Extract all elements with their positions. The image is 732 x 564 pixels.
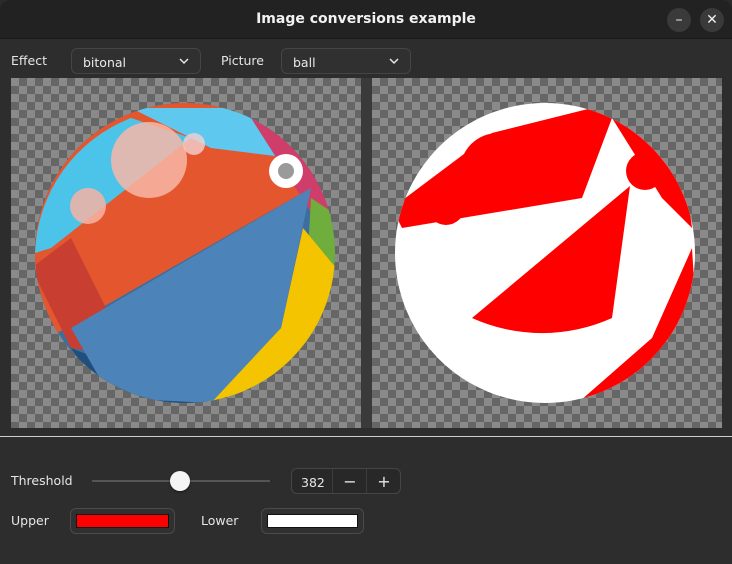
pane-separator — [361, 78, 372, 428]
picture-value: ball — [293, 55, 316, 70]
lower-color-swatch — [267, 514, 358, 528]
threshold-spinbox[interactable]: 382 − + — [291, 468, 401, 494]
close-button[interactable]: ✕ — [700, 8, 724, 32]
plus-icon: + — [377, 471, 391, 491]
minimize-icon: – — [675, 12, 683, 28]
lower-label: Lower — [201, 513, 239, 528]
title-bar[interactable]: Image conversions example – ✕ — [0, 0, 732, 39]
chevron-down-icon — [179, 58, 189, 65]
effect-dropdown[interactable]: bitonal — [71, 48, 201, 74]
effect-label: Effect — [11, 53, 47, 68]
chevron-down-icon — [389, 58, 399, 65]
converted-image-pane — [372, 78, 722, 428]
picture-label: Picture — [221, 53, 264, 68]
original-image-pane — [11, 78, 361, 428]
upper-color-swatch — [76, 514, 169, 528]
threshold-slider-handle[interactable] — [170, 471, 190, 491]
increment-button[interactable]: + — [366, 469, 401, 493]
decrement-button[interactable]: − — [332, 469, 367, 493]
upper-color-button[interactable] — [70, 508, 175, 534]
app-window: Image conversions example – ✕ Effect bit… — [0, 0, 732, 564]
effect-value: bitonal — [83, 55, 127, 70]
upper-label: Upper — [11, 513, 49, 528]
beach-ball-original-image — [35, 103, 335, 403]
lower-color-button[interactable] — [261, 508, 364, 534]
threshold-value: 382 — [301, 475, 325, 490]
minus-icon: − — [343, 471, 357, 491]
window-title: Image conversions example — [256, 11, 476, 27]
section-divider — [0, 436, 732, 437]
picture-dropdown[interactable]: ball — [281, 48, 411, 74]
beach-ball-bitonal-image — [395, 103, 695, 403]
threshold-label: Threshold — [11, 473, 73, 488]
close-icon: ✕ — [706, 12, 718, 28]
minimize-button[interactable]: – — [667, 8, 691, 32]
